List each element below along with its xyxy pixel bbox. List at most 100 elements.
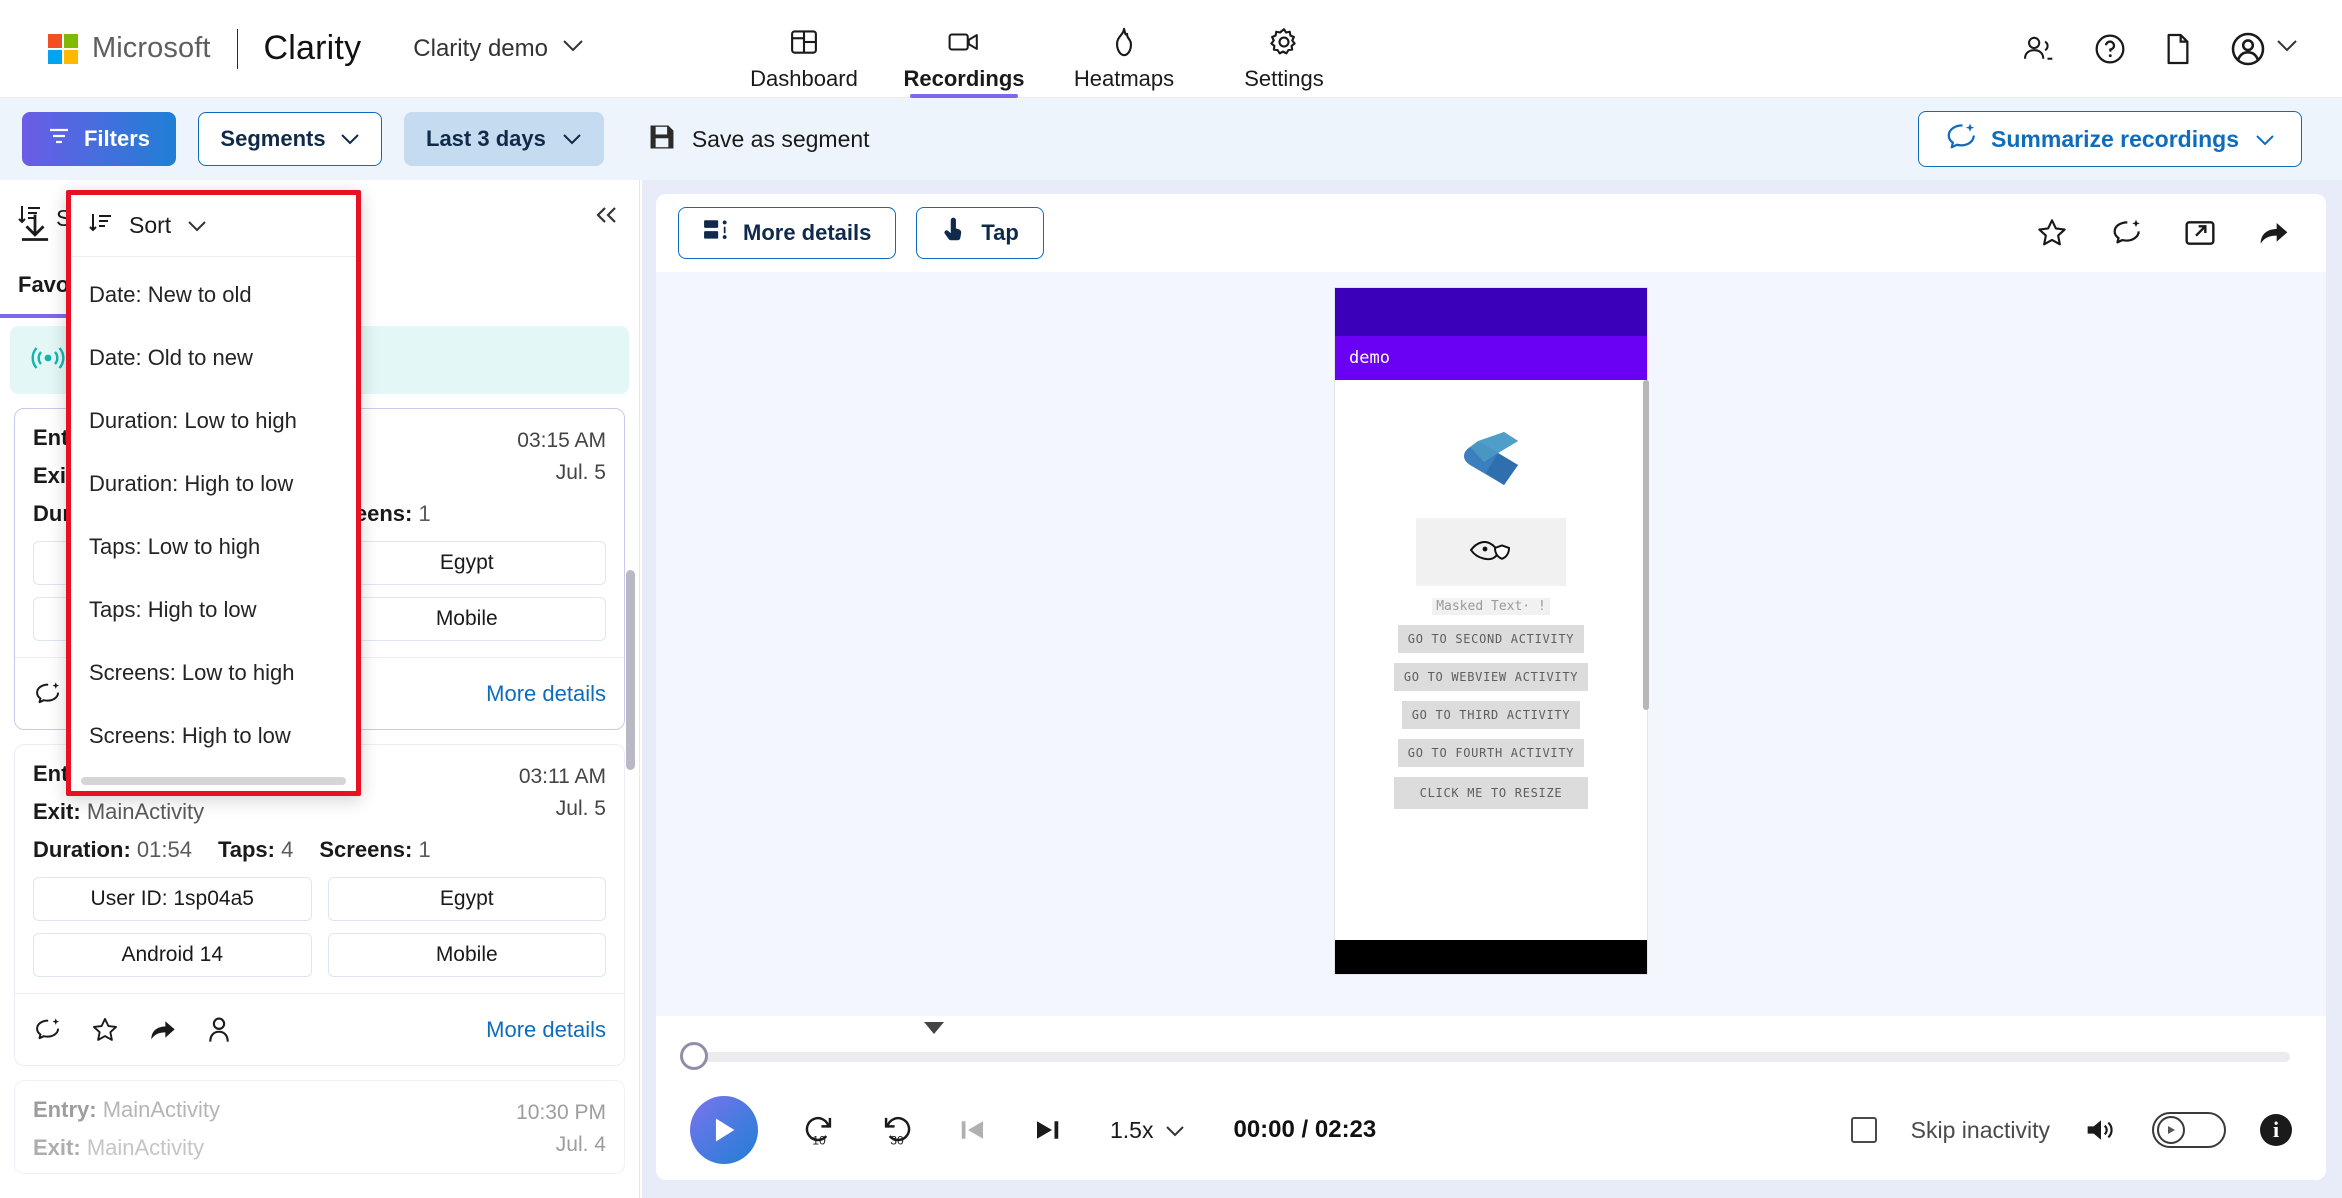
playback-speed-dropdown[interactable]: 1.5x	[1110, 1117, 1185, 1144]
sort-icon	[89, 212, 113, 240]
sort-dropdown-header[interactable]: Sort	[71, 195, 356, 257]
recording-date: Jul. 5	[555, 460, 606, 484]
share-icon[interactable]	[149, 1017, 177, 1043]
phone-app-bar: demo	[1335, 336, 1647, 380]
segments-label: Segments	[220, 126, 326, 151]
people-icon[interactable]	[2022, 34, 2056, 64]
sort-option-screens-high-to-low[interactable]: Screens: High to low	[71, 704, 356, 767]
recording-card[interactable]: Entry: MainActivity Exit: MainActivity 1…	[14, 1080, 625, 1174]
sort-option-taps-low-to-high[interactable]: Taps: Low to high	[71, 515, 356, 578]
phone-mockup: demo Masked Text· ! GO TO SECOND ACTIVIT…	[1335, 288, 1649, 974]
document-icon[interactable]	[2164, 33, 2192, 65]
summarize-icon[interactable]	[2110, 218, 2142, 248]
sort-option-duration-low-to-high[interactable]: Duration: Low to high	[71, 389, 356, 452]
playback-speed-value: 1.5x	[1110, 1116, 1154, 1143]
exit-value: MainActivity	[86, 1135, 205, 1160]
seek-handle[interactable]	[680, 1042, 708, 1070]
summarize-icon[interactable]	[33, 1017, 61, 1043]
project-selector[interactable]: Clarity demo	[413, 35, 584, 63]
sort-dropdown-header-label: Sort	[129, 212, 172, 238]
live-broadcast-icon	[28, 343, 68, 378]
next-event-icon[interactable]	[1032, 1115, 1062, 1145]
chip-device: Mobile	[327, 597, 606, 641]
phone-button-resize[interactable]: CLICK ME TO RESIZE	[1393, 777, 1589, 809]
more-details-link[interactable]: More details	[486, 1017, 606, 1043]
summarize-recordings-button[interactable]: Summarize recordings	[1918, 111, 2302, 167]
recordings-list-scrollbar[interactable]	[626, 570, 635, 770]
seek-track[interactable]	[690, 1052, 2290, 1062]
sort-option-date-old-to-new[interactable]: Date: Old to new	[71, 326, 356, 389]
phone-button-fourth-activity[interactable]: GO TO FOURTH ACTIVITY	[1397, 739, 1585, 767]
download-icon[interactable]	[18, 212, 52, 251]
recording-player: More details Tap demo Masked Text· ! GO …	[642, 180, 2342, 1198]
player-right-controls: Skip inactivity i	[1850, 1112, 2292, 1148]
more-details-button[interactable]: More details	[678, 207, 897, 259]
open-new-window-icon[interactable]	[2184, 218, 2216, 248]
phone-button-webview-activity[interactable]: GO TO WEBVIEW ACTIVITY	[1393, 663, 1589, 691]
phone-scrollbar	[1643, 380, 1649, 710]
previous-event-icon[interactable]	[958, 1115, 988, 1145]
sort-option-screens-low-to-high[interactable]: Screens: Low to high	[71, 641, 356, 704]
volume-icon[interactable]	[2084, 1115, 2118, 1145]
autoplay-toggle-knob	[2157, 1116, 2185, 1144]
chip-country: Egypt	[327, 541, 606, 585]
player-toolbar-actions	[2036, 217, 2290, 249]
dashboard-icon	[789, 24, 819, 60]
share-icon[interactable]	[2258, 218, 2290, 248]
svg-text:30: 30	[890, 1134, 904, 1147]
sort-option-taps-high-to-low[interactable]: Taps: High to low	[71, 578, 356, 641]
phone-nav-bar	[1335, 940, 1647, 974]
skip-inactivity-checkbox[interactable]	[1850, 1117, 1877, 1143]
microsoft-brand[interactable]: Microsoft	[48, 32, 211, 65]
nav-tab-recordings[interactable]: Recordings	[884, 0, 1044, 98]
forward-30-icon[interactable]: 30	[880, 1113, 914, 1147]
star-icon[interactable]	[91, 1016, 119, 1044]
tap-button[interactable]: Tap	[916, 207, 1044, 259]
sort-option-date-new-to-old[interactable]: Date: New to old	[71, 263, 356, 326]
date-range-dropdown[interactable]: Last 3 days	[404, 112, 604, 166]
more-details-link[interactable]: More details	[486, 681, 606, 707]
info-icon[interactable]: i	[2260, 1114, 2292, 1146]
entry-value: MainActivity	[102, 1097, 221, 1122]
entry-label: Entry:	[33, 1097, 97, 1122]
rewind-10-icon[interactable]: 10	[802, 1113, 836, 1147]
top-navigation-bar: Microsoft Clarity Clarity demo Dashboard…	[0, 0, 2342, 98]
chip-user-id: User ID: 1sp04a5	[33, 877, 312, 921]
help-icon[interactable]	[2094, 33, 2126, 65]
phone-button-third-activity[interactable]: GO TO THIRD ACTIVITY	[1401, 701, 1581, 729]
account-chevron-down-icon	[2276, 39, 2298, 58]
recording-time: 03:15 AM	[517, 429, 606, 452]
autoplay-toggle[interactable]	[2152, 1112, 2226, 1148]
chevron-down-icon	[562, 126, 582, 152]
seek-event-marker-icon	[924, 1022, 944, 1034]
details-panel-icon	[703, 218, 729, 248]
chevron-down-icon	[340, 126, 360, 152]
nav-tab-recordings-label: Recordings	[903, 65, 1025, 91]
play-button[interactable]	[690, 1096, 758, 1164]
collapse-panel-button[interactable]	[593, 203, 621, 234]
summarize-recordings-label: Summarize recordings	[1991, 125, 2239, 152]
summarize-icon[interactable]	[33, 681, 61, 707]
segments-dropdown[interactable]: Segments	[198, 112, 382, 166]
recording-exit: Exit: MainActivity	[33, 799, 476, 825]
phone-screen-content: Masked Text· ! GO TO SECOND ACTIVITY GO …	[1335, 380, 1647, 940]
star-icon[interactable]	[2036, 217, 2068, 249]
save-as-segment-button[interactable]: Save as segment	[648, 123, 870, 156]
screens-value: 1	[418, 837, 431, 862]
phone-button-second-activity[interactable]: GO TO SECOND ACTIVITY	[1397, 625, 1585, 653]
filters-button[interactable]: Filters	[22, 112, 176, 166]
tap-button-label: Tap	[981, 220, 1019, 245]
recording-date: Jul. 4	[555, 1132, 606, 1156]
user-icon[interactable]	[207, 1016, 231, 1044]
phone-masked-text: Masked Text· !	[1432, 598, 1550, 615]
sort-menu-scrollbar[interactable]	[81, 777, 346, 785]
project-selector-label: Clarity demo	[413, 34, 548, 62]
sort-option-duration-high-to-low[interactable]: Duration: High to low	[71, 452, 356, 515]
nav-tab-settings[interactable]: Settings	[1204, 0, 1364, 98]
svg-text:10: 10	[812, 1134, 826, 1147]
nav-tab-dashboard[interactable]: Dashboard	[724, 0, 884, 98]
player-timecode: 00:00 / 02:23	[1233, 1116, 1377, 1143]
nav-tab-heatmaps[interactable]: Heatmaps	[1044, 0, 1204, 98]
phone-status-bar	[1335, 288, 1647, 336]
account-icon[interactable]	[2230, 31, 2298, 67]
